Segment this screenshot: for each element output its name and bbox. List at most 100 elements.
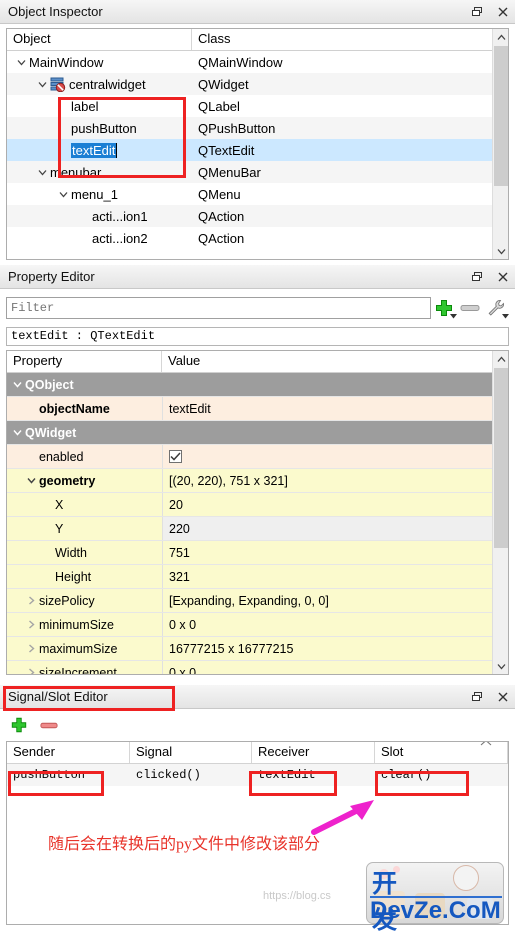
restore-icon[interactable] xyxy=(469,689,485,705)
remove-property-button[interactable] xyxy=(457,296,483,320)
property-value-cell[interactable]: [(20, 220), 751 x 321] xyxy=(162,469,508,492)
column-header-value[interactable]: Value xyxy=(162,351,508,372)
property-row[interactable]: Y 220 xyxy=(7,517,508,541)
tree-row[interactable]: pushButton QPushButton xyxy=(7,117,508,139)
object-tree-scrollbar[interactable] xyxy=(492,29,508,259)
column-header-class[interactable]: Class xyxy=(192,29,508,50)
column-header-receiver[interactable]: Receiver xyxy=(252,742,375,763)
property-filter-input[interactable] xyxy=(6,297,431,319)
column-header-object[interactable]: Object xyxy=(7,29,192,50)
scroll-thumb[interactable] xyxy=(494,46,508,186)
property-value-cell[interactable]: 16777215 x 16777215 xyxy=(162,637,508,660)
property-value: 20 xyxy=(169,497,183,512)
property-value-cell[interactable]: textEdit xyxy=(162,397,508,420)
scroll-up-icon[interactable] xyxy=(493,29,508,45)
connection-sender[interactable]: pushButton xyxy=(7,764,130,786)
property-row[interactable]: maximumSize 16777215 x 16777215 xyxy=(7,637,508,661)
tree-row-object: MainWindow xyxy=(7,51,192,73)
tree-row[interactable]: centralwidget QWidget xyxy=(7,73,508,95)
object-tree[interactable]: Object Class MainWindow QMainWindow centra… xyxy=(6,28,509,260)
tree-row[interactable]: label QLabel xyxy=(7,95,508,117)
close-icon[interactable] xyxy=(495,269,511,285)
property-value-cell[interactable] xyxy=(162,445,508,468)
close-icon[interactable] xyxy=(495,4,511,20)
property-row[interactable]: sizeIncrement 0 x 0 xyxy=(7,661,508,675)
chevron-down-icon[interactable] xyxy=(34,169,50,176)
property-group-row[interactable]: QObject xyxy=(7,373,508,397)
tree-row[interactable]: menu_1 QMenu xyxy=(7,183,508,205)
property-row[interactable]: objectName textEdit xyxy=(7,397,508,421)
tree-row[interactable]: acti...ion1 QAction xyxy=(7,205,508,227)
add-connection-button[interactable] xyxy=(8,713,30,737)
tree-row[interactable]: menubar QMenuBar xyxy=(7,161,508,183)
column-header-sender[interactable]: Sender xyxy=(7,742,130,763)
property-value-cell[interactable]: 20 xyxy=(162,493,508,516)
scroll-down-icon[interactable] xyxy=(493,658,508,674)
property-name: QWidget xyxy=(25,425,77,440)
tree-row[interactable]: MainWindow QMainWindow xyxy=(7,51,508,73)
tree-row[interactable]: textEdit QTextEdit xyxy=(7,139,508,161)
restore-icon[interactable] xyxy=(469,269,485,285)
tree-row-name: menubar xyxy=(50,164,102,180)
scroll-up-icon[interactable] xyxy=(493,351,508,367)
connection-receiver[interactable]: textEdit xyxy=(252,764,375,786)
property-value-cell[interactable] xyxy=(162,373,508,396)
chevron-down-icon[interactable] xyxy=(9,381,25,388)
scroll-thumb[interactable] xyxy=(494,368,508,548)
connection-signal[interactable]: clicked() xyxy=(130,764,252,786)
signal-slot-editor-panel: Signal/Slot Editor Sender Signal Receive… xyxy=(0,685,515,931)
property-name: X xyxy=(55,497,64,512)
chevron-right-icon[interactable] xyxy=(23,644,39,653)
sort-indicator-icon xyxy=(480,742,492,749)
tree-row-object: acti...ion1 xyxy=(7,205,192,227)
chevron-down-icon[interactable] xyxy=(34,81,50,88)
chevron-down-icon[interactable] xyxy=(9,429,25,436)
property-table[interactable]: Property Value QObject objectName textEdit… xyxy=(6,350,509,675)
property-row[interactable]: sizePolicy [Expanding, Expanding, 0, 0] xyxy=(7,589,508,613)
property-value-cell[interactable]: 0 x 0 xyxy=(162,613,508,636)
property-row[interactable]: minimumSize 0 x 0 xyxy=(7,613,508,637)
property-value-cell[interactable]: 321 xyxy=(162,565,508,588)
column-header-signal[interactable]: Signal xyxy=(130,742,252,763)
column-header-property[interactable]: Property xyxy=(7,351,162,372)
property-name: Width xyxy=(55,545,87,560)
tree-row[interactable]: acti...ion2 QAction xyxy=(7,227,508,249)
property-group-row[interactable]: QWidget xyxy=(7,421,508,445)
tree-row-name: MainWindow xyxy=(29,54,104,70)
connection-row[interactable]: pushButton clicked() textEdit clear() xyxy=(7,764,508,786)
property-row[interactable]: X 20 xyxy=(7,493,508,517)
property-value-cell[interactable]: 220 xyxy=(162,517,508,540)
chevron-right-icon[interactable] xyxy=(23,668,39,674)
property-value-cell[interactable]: [Expanding, Expanding, 0, 0] xyxy=(162,589,508,612)
remove-connection-button[interactable] xyxy=(38,713,60,737)
property-name: sizeIncrement xyxy=(39,665,117,675)
property-row[interactable]: Width 751 xyxy=(7,541,508,565)
close-icon[interactable] xyxy=(495,689,511,705)
tree-row-name: label xyxy=(71,98,99,114)
property-name-cell: sizeIncrement xyxy=(7,661,162,675)
chevron-down-icon[interactable] xyxy=(13,59,29,66)
property-row[interactable]: geometry [(20, 220), 751 x 321] xyxy=(7,469,508,493)
chevron-right-icon[interactable] xyxy=(23,620,39,629)
property-value-cell[interactable]: 751 xyxy=(162,541,508,564)
property-row[interactable]: Height 321 xyxy=(7,565,508,589)
wrench-icon[interactable] xyxy=(483,296,509,320)
property-editor-titlebar: Property Editor xyxy=(0,265,515,289)
chevron-right-icon[interactable] xyxy=(23,596,39,605)
tree-row-class: QMenu xyxy=(198,186,241,202)
property-row[interactable]: enabled xyxy=(7,445,508,469)
chevron-down-icon[interactable] xyxy=(23,477,39,484)
property-name-cell: Height xyxy=(7,565,162,588)
property-value-cell[interactable] xyxy=(162,421,508,444)
property-value-cell[interactable]: 0 x 0 xyxy=(162,661,508,674)
property-name: geometry xyxy=(39,473,96,488)
scroll-down-icon[interactable] xyxy=(493,243,508,259)
property-table-scrollbar[interactable] xyxy=(492,351,508,674)
add-property-button[interactable] xyxy=(431,296,457,320)
connection-slot[interactable]: clear() xyxy=(375,764,508,786)
chevron-down-icon[interactable] xyxy=(55,191,71,198)
tree-row-object: centralwidget xyxy=(7,73,192,95)
checkbox-checked-icon[interactable] xyxy=(169,450,182,463)
property-name-cell: enabled xyxy=(7,445,162,468)
restore-icon[interactable] xyxy=(469,4,485,20)
